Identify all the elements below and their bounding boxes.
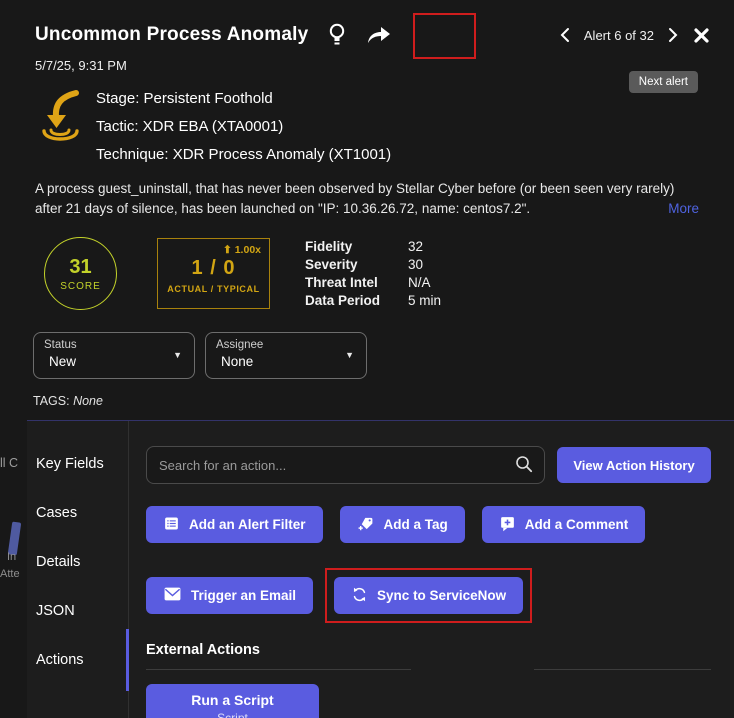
tab-label: JSON: [36, 603, 75, 619]
share-arrow-icon[interactable]: [366, 23, 392, 47]
score-label: SCORE: [60, 281, 101, 292]
more-link[interactable]: More: [668, 199, 699, 219]
status-label: Status: [44, 339, 184, 351]
tab-column: Key Fields Cases Details JSON Actions: [27, 421, 128, 718]
action-search-input[interactable]: [146, 446, 545, 484]
button-label: Add an Alert Filter: [189, 517, 306, 532]
tags-value: None: [73, 394, 103, 408]
tab-details[interactable]: Details: [27, 537, 128, 586]
external-actions-header: External Actions: [146, 642, 711, 658]
stat-label: Threat Intel: [305, 275, 380, 290]
section-divider: [146, 669, 711, 670]
tab-label: Cases: [36, 505, 77, 521]
tab-cases[interactable]: Cases: [27, 488, 128, 537]
button-label: Add a Comment: [525, 517, 629, 532]
background-fragment: Atte: [0, 568, 20, 580]
alert-navigation: Alert 6 of 32: [558, 25, 680, 45]
score-value: 31: [69, 256, 91, 279]
tab-json[interactable]: JSON: [27, 586, 128, 635]
technique-line: Technique: XDR Process Anomaly (XT1001): [96, 141, 391, 169]
stat-value: 5 min: [408, 293, 441, 308]
lower-panel: Key Fields Cases Details JSON Actions: [27, 420, 734, 718]
stats-grid: Fidelity 32 Severity 30 Threat Intel N/A…: [305, 239, 441, 308]
chevron-right-icon[interactable]: [666, 25, 680, 45]
metrics-row: 31 SCORE ⬆ 1.00x 1 / 0 ACTUAL / TYPICAL …: [44, 237, 734, 310]
sync-servicenow-button[interactable]: Sync to ServiceNow: [334, 577, 523, 614]
tab-actions[interactable]: Actions: [27, 635, 128, 684]
multiplier-value: 1.00x: [235, 244, 261, 256]
tab-label: Actions: [36, 652, 84, 668]
alert-description-text: A process guest_uninstall, that has neve…: [35, 181, 674, 216]
chevron-left-icon[interactable]: [558, 25, 572, 45]
stat-value: N/A: [408, 275, 441, 290]
alert-description: A process guest_uninstall, that has neve…: [35, 179, 699, 219]
actual-typical-box: ⬆ 1.00x 1 / 0 ACTUAL / TYPICAL: [157, 238, 270, 309]
score-badge: 31 SCORE: [44, 237, 117, 310]
next-alert-tooltip: Next alert: [629, 71, 698, 93]
annotation-box-header: [413, 13, 476, 59]
trigger-email-button[interactable]: Trigger an Email: [146, 577, 313, 614]
close-icon[interactable]: [694, 28, 709, 43]
view-action-history-button[interactable]: View Action History: [557, 447, 711, 483]
tags-row: TAGS: None: [33, 394, 734, 408]
stat-value: 32: [408, 239, 441, 254]
foothold-arrow-ripple-icon: [36, 89, 88, 145]
script-button-subtitle: Script: [217, 711, 248, 718]
tactic-line: Tactic: XDR EBA (XTA0001): [96, 113, 391, 141]
button-label: Sync to ServiceNow: [377, 588, 506, 603]
add-tag-button[interactable]: Add a Tag: [340, 506, 465, 543]
status-value: New: [49, 354, 184, 369]
chevron-down-icon: ▼: [345, 350, 354, 360]
multiplier-badge: ⬆ 1.00x: [223, 244, 261, 256]
comment-plus-icon: [499, 515, 516, 535]
kill-chain-block: Stage: Persistent Foothold Tactic: XDR E…: [36, 85, 734, 169]
button-label: Add a Tag: [384, 517, 448, 532]
run-script-button[interactable]: Run a Script Script: [146, 684, 319, 718]
lightbulb-icon[interactable]: [328, 22, 346, 48]
tab-label: Key Fields: [36, 456, 104, 472]
tab-key-fields[interactable]: Key Fields: [27, 439, 128, 488]
annotation-box-sync: Sync to ServiceNow: [325, 568, 532, 623]
script-button-title: Run a Script: [191, 692, 273, 708]
search-field-wrap: [146, 446, 545, 484]
assignee-value: None: [221, 354, 356, 369]
up-arrow-icon: ⬆: [223, 244, 232, 256]
background-fragment: In: [7, 551, 16, 563]
stat-label: Fidelity: [305, 239, 380, 254]
selectors-row: Status New ▼ Assignee None ▼: [33, 332, 734, 379]
assignee-label: Assignee: [216, 339, 356, 351]
tags-label: TAGS:: [33, 394, 70, 408]
actions-content: View Action History: [129, 421, 734, 718]
actual-typical-label: ACTUAL / TYPICAL: [167, 284, 259, 294]
actual-typical-value: 1 / 0: [192, 257, 236, 280]
background-fragment: ll C: [0, 456, 18, 470]
header: Uncommon Process Anomaly Alert 6 of 32: [35, 22, 709, 48]
alert-timestamp: 5/7/25, 9:31 PM: [35, 58, 734, 73]
add-alert-filter-button[interactable]: Add an Alert Filter: [146, 506, 323, 543]
button-label: Trigger an Email: [191, 588, 296, 603]
page-title: Uncommon Process Anomaly: [35, 24, 308, 46]
alert-filter-icon: [163, 515, 180, 535]
stat-value: 30: [408, 257, 441, 272]
tag-plus-icon: [357, 515, 375, 535]
stage-line: Stage: Persistent Foothold: [96, 85, 391, 113]
add-comment-button[interactable]: Add a Comment: [482, 506, 646, 543]
sync-icon: [351, 586, 368, 606]
alert-detail-panel: Uncommon Process Anomaly Alert 6 of 32: [0, 0, 734, 718]
alert-counter: Alert 6 of 32: [584, 28, 654, 43]
stat-label: Data Period: [305, 293, 380, 308]
search-icon: [515, 455, 533, 478]
tab-label: Details: [36, 554, 80, 570]
assignee-select[interactable]: Assignee None ▼: [205, 332, 367, 379]
email-icon: [163, 586, 182, 605]
chevron-down-icon: ▼: [173, 350, 182, 360]
stat-label: Severity: [305, 257, 380, 272]
status-select[interactable]: Status New ▼: [33, 332, 195, 379]
